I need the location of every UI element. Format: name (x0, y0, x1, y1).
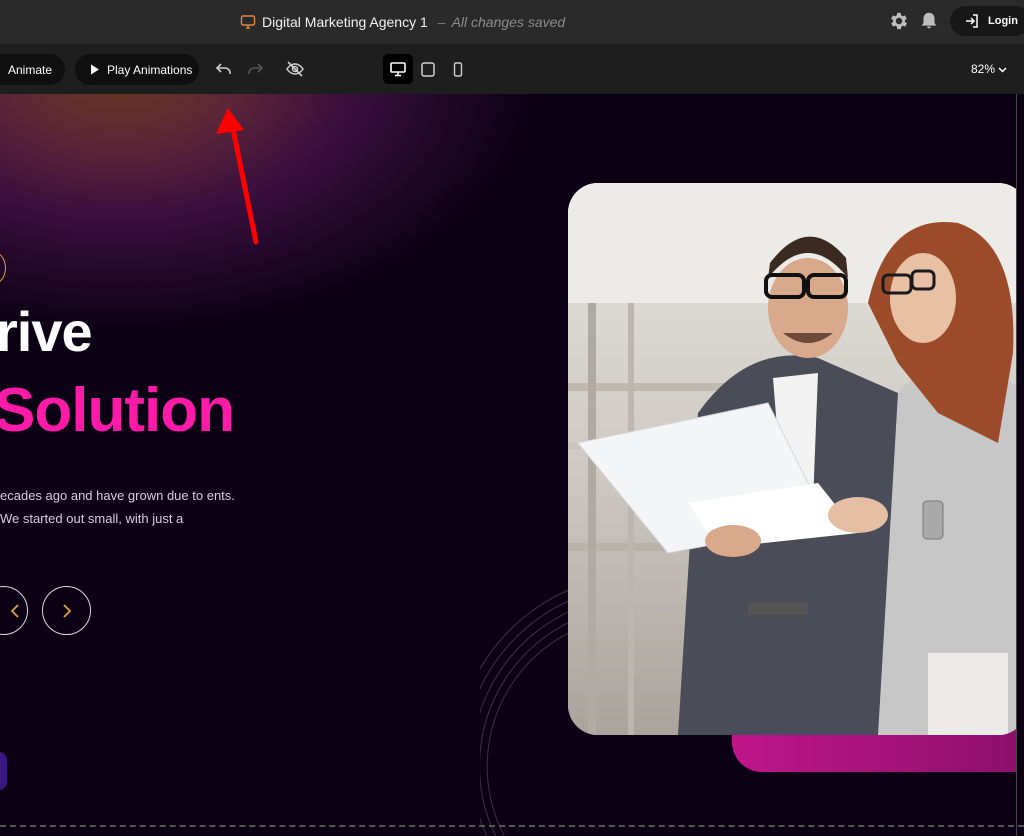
save-status: All changes saved (451, 14, 566, 30)
hero-photo[interactable] (568, 183, 1016, 735)
editor-toolbar: Animate Play Animations (0, 44, 1024, 94)
hero-paragraph[interactable]: ecades ago and have grown due to ents. W… (0, 484, 240, 530)
top-bar: Digital Marketing Agency 1 – All changes… (0, 0, 1024, 44)
mobile-icon (453, 61, 463, 77)
chevron-right-icon (62, 603, 71, 618)
canvas-edge (1016, 94, 1024, 836)
carousel-prev-button[interactable] (0, 586, 28, 635)
zoom-dropdown[interactable]: 82% (971, 62, 1007, 76)
chevron-left-icon (10, 603, 19, 618)
carousel-next-button[interactable] (42, 586, 91, 635)
animate-button[interactable]: Animate (0, 54, 65, 85)
document-title[interactable]: Digital Marketing Agency 1 (262, 14, 428, 30)
login-icon (966, 14, 978, 28)
tablet-view-button[interactable] (413, 54, 443, 84)
desktop-view-button[interactable] (383, 54, 413, 84)
play-animations-button[interactable]: Play Animations (75, 54, 199, 85)
play-animations-label: Play Animations (107, 62, 193, 77)
gear-icon[interactable] (888, 10, 910, 32)
hero-heading-line2[interactable]: Solution (0, 380, 235, 442)
hero-heading-line1[interactable]: rive (0, 304, 93, 360)
tablet-icon (421, 61, 435, 77)
editor-canvas[interactable]: rive Solution ecades ago and have grown … (0, 94, 1016, 836)
cta-button[interactable] (0, 752, 7, 790)
monitor-icon (240, 15, 256, 29)
section-divider (0, 825, 1024, 827)
animate-label: Animate (8, 62, 53, 77)
undo-icon[interactable] (215, 60, 233, 78)
hide-icon[interactable] (286, 60, 304, 78)
redo-icon[interactable] (246, 60, 264, 78)
document-title-area[interactable]: Digital Marketing Agency 1 – All changes… (240, 0, 565, 44)
business-people-photo (568, 183, 1016, 735)
bell-icon[interactable] (918, 10, 940, 32)
mobile-view-button[interactable] (443, 54, 473, 84)
zoom-value: 82% (971, 62, 996, 76)
red-arrow-annotation (216, 108, 259, 245)
login-label: Login (988, 15, 1018, 27)
desktop-icon (390, 61, 406, 76)
chevron-down-icon (998, 66, 1007, 73)
login-button[interactable]: Login (950, 6, 1024, 36)
play-icon (91, 64, 99, 75)
title-separator: – (437, 14, 446, 30)
